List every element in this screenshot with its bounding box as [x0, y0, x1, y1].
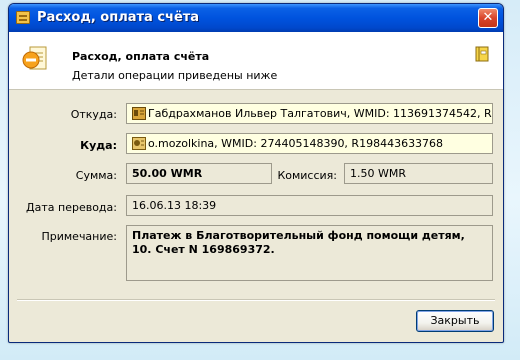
fee-label: Комиссия: [277, 169, 337, 182]
amount-field[interactable]: 50.00 WMR [126, 163, 272, 184]
wallet-icon [16, 11, 30, 24]
to-field[interactable]: o.mozolkina, WMID: 274405148390, R198443… [126, 133, 493, 154]
header-subtitle: Детали операции приведены ниже [72, 69, 278, 82]
note-field[interactable]: Платеж в Благотворительный фонд помощи д… [126, 225, 493, 281]
date-field[interactable]: 16.06.13 18:39 [126, 195, 493, 216]
from-label: Откуда: [70, 108, 117, 121]
passport-icon [132, 137, 146, 150]
header-title: Расход, оплата счёта [72, 50, 210, 63]
window-title: Расход, оплата счёта [37, 10, 200, 25]
date-label: Дата перевода: [26, 201, 117, 214]
book-icon[interactable] [475, 46, 489, 62]
dialog-header: Расход, оплата счёта Детали операции при… [9, 32, 503, 90]
passport-icon [132, 107, 146, 120]
title-bar[interactable]: Расход, оплата счёта ✕ [9, 4, 503, 32]
from-field[interactable]: Габдрахманов Ильвер Талгатович, WMID: 11… [126, 103, 493, 124]
amount-label: Сумма: [75, 169, 117, 182]
from-value: Габдрахманов Ильвер Талгатович, WMID: 11… [148, 107, 493, 120]
dialog-window: Расход, оплата счёта ✕ Расход, оплата сч… [8, 3, 504, 343]
footer-divider [17, 299, 495, 301]
close-button[interactable]: Закрыть [416, 310, 494, 332]
window-close-button[interactable]: ✕ [478, 8, 498, 28]
minus-document-icon [22, 46, 47, 70]
to-label: Куда: [80, 139, 117, 152]
fee-field[interactable]: 1.50 WMR [344, 163, 493, 184]
note-label: Примечание: [41, 230, 117, 243]
to-value: o.mozolkina, WMID: 274405148390, R198443… [148, 137, 444, 150]
